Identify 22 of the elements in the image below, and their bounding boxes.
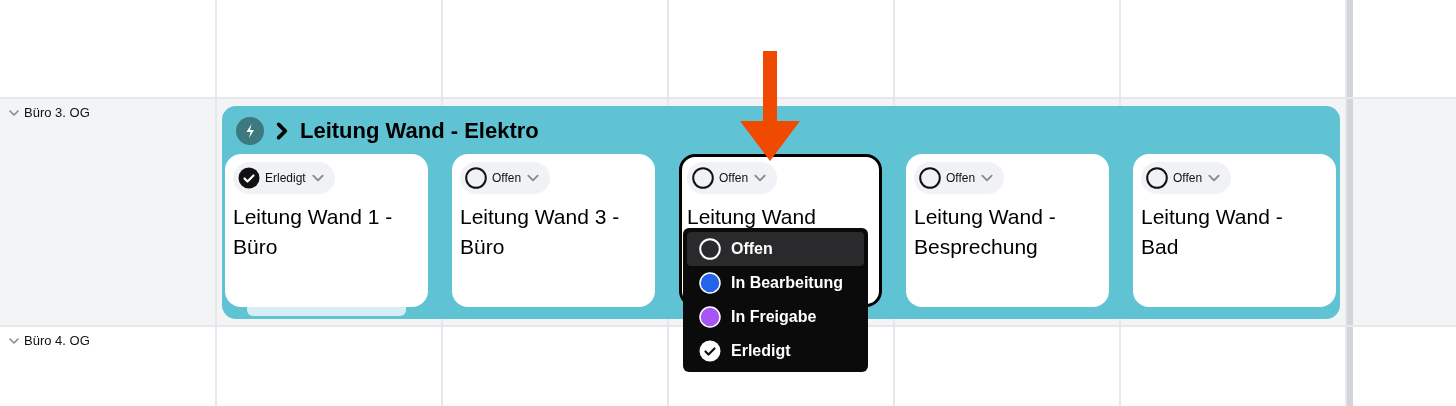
menu-item[interactable]: Offen [687,232,864,266]
task-card[interactable]: Offen Leitung Wand 3 - Büro [452,154,655,307]
card-title: Leitung Wand 3 - Büro [460,204,621,260]
status-dropdown[interactable]: Offen [460,162,551,194]
card-title: Leitung Wand 1 - Büro [233,204,394,260]
menu-item[interactable]: In Bearbeitung [687,266,864,300]
task-card[interactable]: Offen Leitung Wand - Besprechung [906,154,1109,307]
status-dropdown[interactable]: Offen [1141,162,1232,194]
status-dropdown[interactable]: Offen [914,162,1005,194]
card-title: Leitung Wand [687,204,817,230]
menu-item[interactable]: In Freigabe [687,300,864,334]
row-label[interactable]: Büro 4. OG [24,333,90,348]
task-card[interactable]: Offen Leitung Wand - Bad [1133,154,1336,307]
menu-item[interactable]: Erledigt [687,334,864,368]
status-dropdown[interactable]: Offen [687,162,778,194]
group-title: Leitung Wand - Elektro [300,118,539,144]
card-title: Leitung Wand - Besprechung [914,204,1057,260]
task-card[interactable]: Erledigt Leitung Wand 1 - Büro [225,154,428,307]
row-label[interactable]: Büro 3. OG [24,105,90,120]
status-dropdown[interactable]: Erledigt [233,162,335,194]
lightning-icon [236,117,264,145]
card-title: Leitung Wand - Bad [1141,204,1284,260]
